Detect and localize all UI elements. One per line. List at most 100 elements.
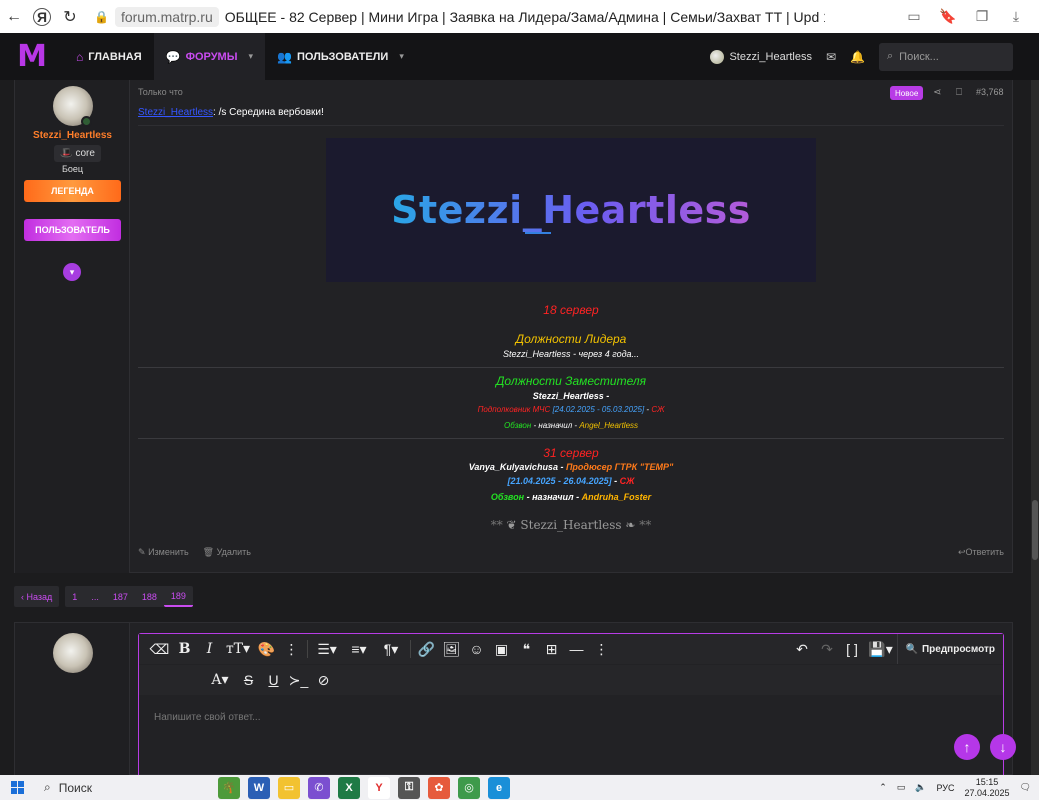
word-icon[interactable]: W xyxy=(248,776,270,799)
palm-widget-icon[interactable]: 🌴 xyxy=(218,776,240,799)
page-link[interactable]: 1 xyxy=(65,586,84,607)
call-appointer: Angel_Heartless xyxy=(579,421,639,430)
clock[interactable]: 15:15 27.04.2025 xyxy=(965,777,1010,799)
bold-icon[interactable]: B xyxy=(172,634,197,664)
table-icon[interactable]: ⊞ xyxy=(539,634,564,664)
page-ellipsis[interactable]: ... xyxy=(84,586,106,607)
account-menu[interactable]: Stezzi_Heartless xyxy=(710,49,812,64)
delete-button[interactable]: 🗑 Удалить xyxy=(203,547,251,558)
eraser-icon[interactable]: ⌫ xyxy=(147,634,172,664)
share-icon[interactable]: ⋖ xyxy=(933,87,941,98)
scroll-thumb[interactable] xyxy=(1032,500,1038,560)
scroll-bottom-button[interactable]: ↓ xyxy=(990,734,1016,760)
page-back-button[interactable]: ‹ Назад xyxy=(14,586,60,607)
chevron-down-icon[interactable]: ▾ xyxy=(399,51,404,62)
language-indicator[interactable]: РУС xyxy=(936,783,954,793)
nav-users[interactable]: 👥 Пользователи ▾ xyxy=(265,33,416,80)
link-icon[interactable]: 🔗 xyxy=(414,634,439,664)
reply-editor[interactable]: ⌫ B I тТ▾ 🎨 ⋮ ☰▾ ≡▾ ¶▾ 🔗 🖼 ☺ ▣ ❝ ⊞ — ⋮ ↶… xyxy=(138,633,1004,776)
quote-icon[interactable]: ❝ xyxy=(514,634,539,664)
strikethrough-icon[interactable]: S xyxy=(236,665,261,695)
s31-dates: [21.04.2025 - 26.04.2025] xyxy=(507,476,612,486)
envelope-icon[interactable]: ✉ xyxy=(826,50,836,64)
back-icon[interactable]: ← xyxy=(0,0,28,33)
redo-icon[interactable]: ↷ xyxy=(815,634,840,664)
viber-icon[interactable]: ✆ xyxy=(308,776,330,799)
users-icon: 👥 xyxy=(277,49,292,64)
font-size-icon[interactable]: тТ▾ xyxy=(222,634,254,664)
edit-button[interactable]: ✎ Изменить xyxy=(138,547,189,558)
post-number[interactable]: #3,768 xyxy=(976,87,1004,97)
spoiler-icon[interactable]: ⊘ xyxy=(311,665,336,695)
expand-chevron-icon[interactable]: ▾ xyxy=(63,263,81,281)
divider xyxy=(307,640,308,658)
download-icon[interactable]: ⤓ xyxy=(1001,0,1031,33)
underline-icon[interactable]: U xyxy=(261,665,286,695)
key-app-icon[interactable]: ⚿ xyxy=(398,776,420,799)
reload-icon[interactable]: ↻ xyxy=(56,0,84,33)
volume-icon[interactable]: 🔈 xyxy=(915,782,926,793)
quote-text: : /s Середина вербовки! xyxy=(213,107,324,118)
folder-icon[interactable]: ▭ xyxy=(278,776,300,799)
chrome-icon[interactable]: ◎ xyxy=(458,776,480,799)
more-vertical-icon[interactable]: ⋮ xyxy=(589,634,614,664)
preview-icon: 🔍 xyxy=(905,643,918,655)
reply-placeholder[interactable]: Напишите свой ответ... xyxy=(154,712,260,723)
hat-icon: 🎩 xyxy=(60,148,73,159)
browser-toolbar: ← Я ↻ 🔒 forum.matrp.ru ОБЩЕЕ - 82 Сервер… xyxy=(0,0,1039,33)
bell-icon[interactable]: 🔔 xyxy=(850,50,865,64)
media-icon[interactable]: ▣ xyxy=(489,634,514,664)
bbcode-toggle-icon[interactable]: [ ] xyxy=(840,634,865,664)
signature: ** ❦ Stezzi_Heartless ❧ ** xyxy=(138,518,1004,532)
excel-icon[interactable]: X xyxy=(338,776,360,799)
banner-underline xyxy=(525,232,551,234)
yandex-browser-icon[interactable]: Y xyxy=(368,776,390,799)
page-link[interactable]: 187 xyxy=(106,586,135,607)
bookmark-icon[interactable]: ⎕ xyxy=(956,87,962,98)
post-author-name[interactable]: Stezzi_Heartless xyxy=(15,130,130,141)
bookmark-icon[interactable]: 🔖 xyxy=(933,0,963,33)
page-link-current[interactable]: 189 xyxy=(163,586,193,607)
emoji-icon[interactable]: ☺ xyxy=(464,634,489,664)
user-group-badge: 🎩 core xyxy=(54,145,101,162)
windows-start-icon[interactable] xyxy=(0,775,34,800)
more-vertical-icon[interactable]: ⋮ xyxy=(279,634,304,664)
site-logo[interactable]: M xyxy=(12,39,52,74)
font-family-icon[interactable]: A▾ xyxy=(204,665,236,695)
search-input[interactable]: ⌕ Поиск... xyxy=(879,42,1013,71)
horizontal-line-icon[interactable]: — xyxy=(564,634,589,664)
code-icon[interactable]: ≻_ xyxy=(286,665,311,695)
nav-forums[interactable]: 💬 Форумы ▾ xyxy=(153,33,266,80)
address-bar[interactable]: 🔒 forum.matrp.ru ОБЩЕЕ - 82 Сервер | Мин… xyxy=(94,0,825,33)
nav-home[interactable]: ⌂ Главная xyxy=(64,33,154,80)
save-draft-icon[interactable]: 💾▾ xyxy=(865,634,897,664)
taskbar-apps: 🌴 W ▭ ✆ X Y ⚿ ✿ ◎ e xyxy=(218,776,510,799)
image-icon[interactable]: 🖼 xyxy=(439,634,464,664)
chevron-down-icon[interactable]: ▾ xyxy=(249,51,254,62)
notification-icon[interactable]: 🗨 xyxy=(1020,782,1031,793)
chevron-up-icon[interactable]: ⌃ xyxy=(879,782,887,793)
page-scrollbar[interactable] xyxy=(1031,80,1039,775)
reply-button[interactable]: ↩Ответить xyxy=(958,547,1004,558)
forum-header: M ⌂ Главная 💬 Форумы ▾ 👥 Пользователи ▾ … xyxy=(0,33,1039,80)
taskbar-search[interactable]: ⌕ Поиск xyxy=(34,780,204,795)
scroll-top-button[interactable]: ↑ xyxy=(954,734,980,760)
photos-icon[interactable]: ✿ xyxy=(428,776,450,799)
paragraph-icon[interactable]: ¶▾ xyxy=(375,634,407,664)
page-title: ОБЩЕЕ - 82 Сервер | Мини Игра | Заявка н… xyxy=(224,8,825,25)
display-icon[interactable]: ▭ xyxy=(897,782,906,793)
italic-icon[interactable]: I xyxy=(197,634,222,664)
list-icon[interactable]: ☰▾ xyxy=(311,634,343,664)
palette-icon[interactable]: 🎨 xyxy=(254,634,279,664)
undo-icon[interactable]: ↶ xyxy=(790,634,815,664)
post-timestamp[interactable]: Только что xyxy=(138,87,183,97)
quoted-user-link[interactable]: Stezzi_Heartless xyxy=(138,107,213,118)
reader-icon[interactable]: ▭ xyxy=(899,0,929,33)
collections-icon[interactable]: ❐ xyxy=(967,0,997,33)
yandex-icon[interactable]: Я xyxy=(33,7,51,26)
edge-icon[interactable]: e xyxy=(488,776,510,799)
preview-button[interactable]: 🔍 Предпросмотр xyxy=(896,634,1003,664)
page-link[interactable]: 188 xyxy=(135,586,164,607)
account-username: Stezzi_Heartless xyxy=(729,50,812,63)
align-icon[interactable]: ≡▾ xyxy=(343,634,375,664)
